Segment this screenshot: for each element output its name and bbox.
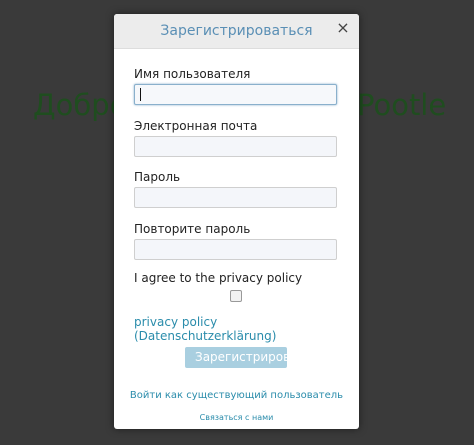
username-group: Имя пользователя <box>134 66 339 105</box>
password-repeat-group: Повторите пароль <box>134 221 339 260</box>
contact-link[interactable]: Связаться с нами <box>114 413 359 422</box>
register-button[interactable]: Зарегистрироваться <box>185 347 287 368</box>
username-field[interactable] <box>134 84 337 105</box>
password-repeat-label: Повторите пароль <box>134 222 251 236</box>
password-repeat-field[interactable] <box>134 239 337 260</box>
close-icon[interactable]: × <box>335 19 351 37</box>
existing-user-link[interactable]: Войти как существующий пользователь <box>114 390 359 401</box>
welcome-text-right: Pootle <box>357 88 447 122</box>
password-label: Пароль <box>134 170 181 184</box>
password-group: Пароль <box>134 169 339 208</box>
agree-label: I agree to the privacy policy <box>134 271 303 285</box>
text-caret <box>140 88 141 101</box>
dialog-title: Зарегистрироваться <box>160 23 313 39</box>
password-field[interactable] <box>134 187 337 208</box>
email-group: Электронная почта <box>134 118 339 157</box>
username-label: Имя пользователя <box>134 67 251 81</box>
agree-checkbox[interactable] <box>230 290 242 302</box>
privacy-policy-link[interactable]: privacy policy (Datenschutzerklärung) <box>134 315 339 343</box>
email-label: Электронная почта <box>134 119 258 133</box>
register-dialog: Зарегистрироваться × Имя пользователя Эл… <box>114 14 359 429</box>
dialog-titlebar: Зарегистрироваться × <box>114 14 359 49</box>
email-field[interactable] <box>134 136 337 157</box>
